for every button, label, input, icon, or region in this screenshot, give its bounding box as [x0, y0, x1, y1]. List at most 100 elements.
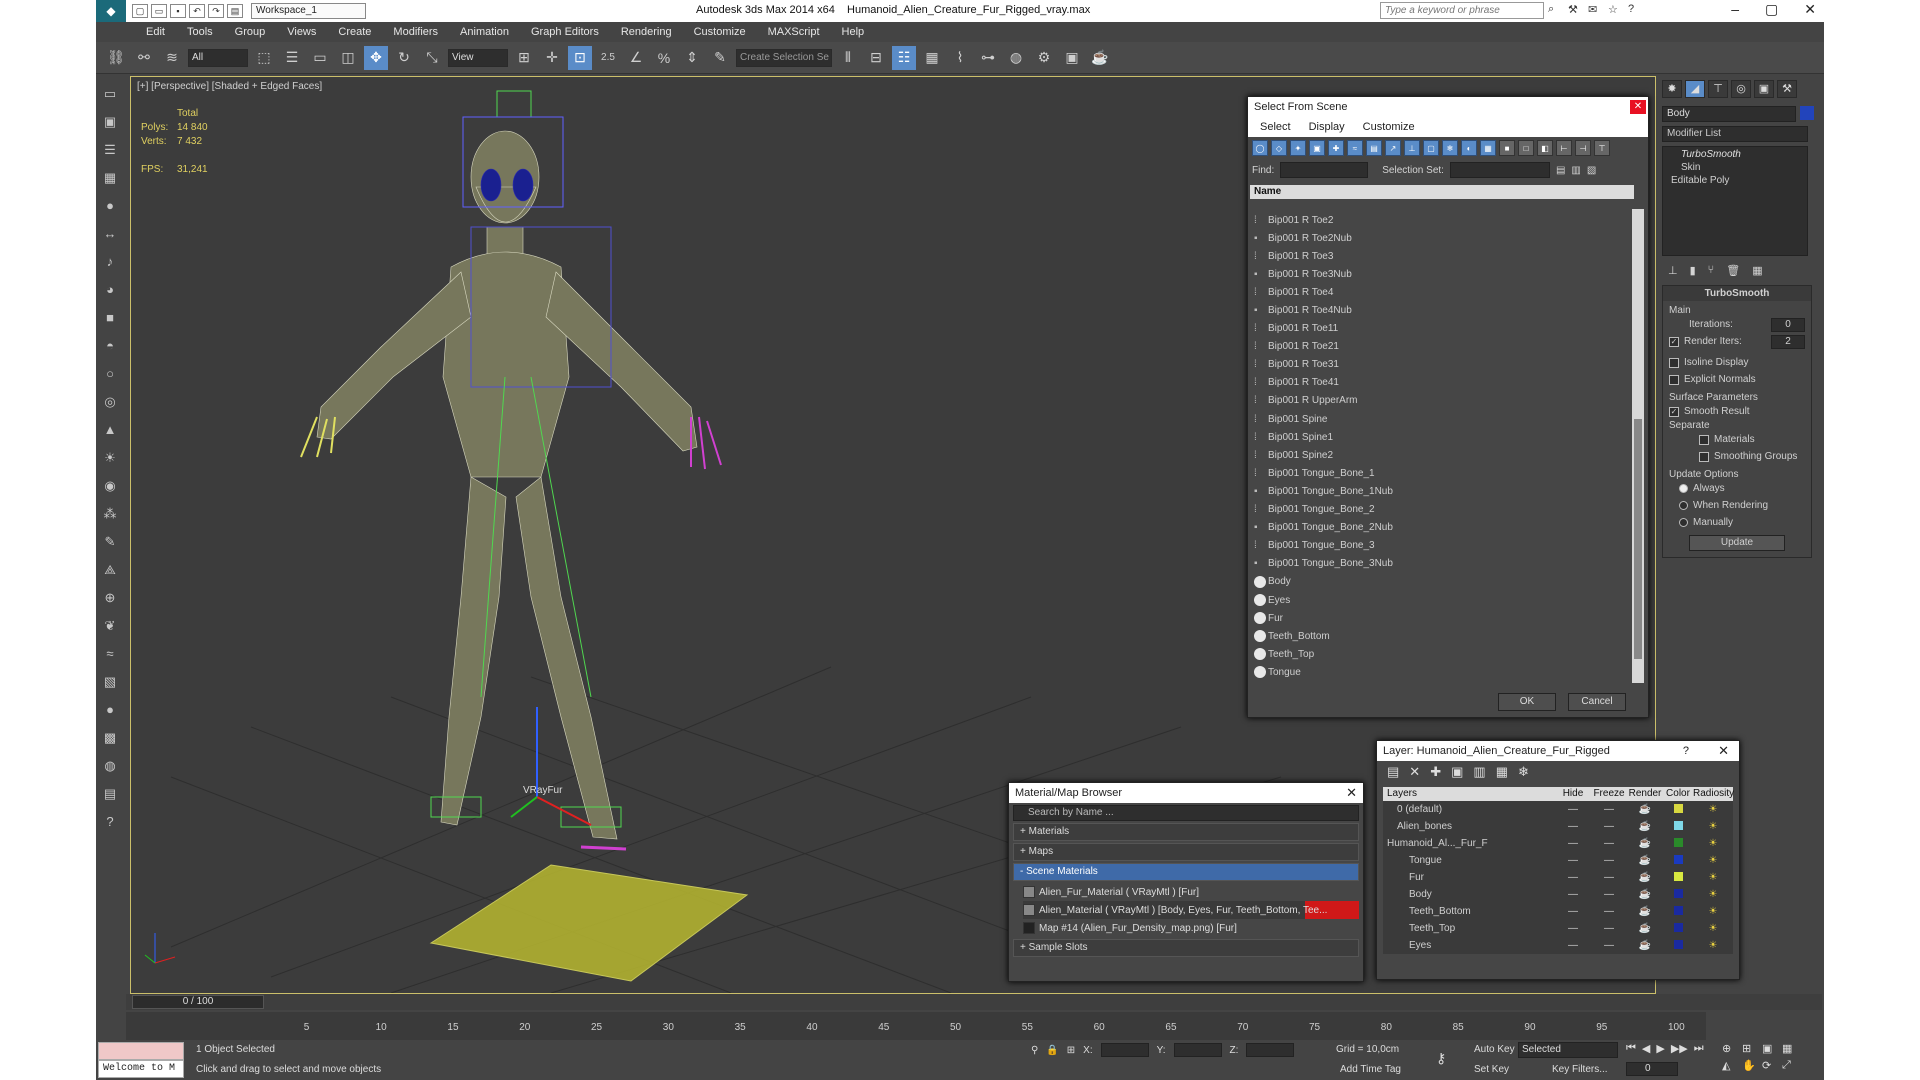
layer-color-swatch[interactable]: [1663, 888, 1693, 901]
make-unique-icon[interactable]: ⑂: [1708, 264, 1715, 277]
select-move-icon[interactable]: ✥: [364, 45, 388, 70]
show-end-result-icon[interactable]: ▮: [1690, 264, 1696, 277]
layer-color-swatch[interactable]: [1663, 939, 1693, 952]
pattern-icon[interactable]: ▩: [99, 726, 121, 749]
hide-all-icon[interactable]: ▦: [1496, 764, 1508, 780]
sphere-icon[interactable]: ○: [99, 362, 121, 385]
layer-color-swatch[interactable]: [1663, 922, 1693, 935]
curve-editor-icon[interactable]: ⌇: [948, 46, 972, 70]
scene-object-item[interactable]: ⁞ Bip001 R Toe3: [1250, 247, 1634, 265]
scene-object-item[interactable]: ⁞ Bip001 Spine2: [1250, 446, 1634, 464]
layer-radiosity-toggle[interactable]: ☀: [1693, 889, 1733, 900]
layer-name[interactable]: Body: [1383, 889, 1555, 900]
rect-selection-icon[interactable]: ▭: [308, 46, 332, 70]
list-icon[interactable]: ☰: [99, 138, 121, 161]
dialog-menu-display[interactable]: Display: [1309, 121, 1345, 133]
shapes-filter-icon[interactable]: ◇: [1271, 140, 1287, 156]
smoothing-groups-checkbox[interactable]: [1699, 451, 1709, 462]
col-layers[interactable]: Layers: [1383, 787, 1555, 801]
groups-filter-icon[interactable]: ▤: [1366, 140, 1382, 156]
stack-item-editable-poly[interactable]: Editable Poly: [1665, 175, 1805, 188]
layer-radiosity-toggle[interactable]: ☀: [1693, 872, 1733, 883]
scene-object-item[interactable]: ▪ Bip001 Tongue_Bone_1Nub: [1250, 482, 1634, 500]
layer-color-swatch[interactable]: [1663, 871, 1693, 884]
scene-object-item[interactable]: ▪ Bip001 R Toe4Nub: [1250, 301, 1634, 319]
material-item[interactable]: Alien_Material ( VRayMtl ) [Body, Eyes, …: [1023, 901, 1359, 919]
sound-icon[interactable]: ♪: [99, 250, 121, 273]
layer-row[interactable]: Alien_bones — — ☕ ☀: [1383, 818, 1733, 835]
close-icon[interactable]: ✕: [1804, 1, 1816, 18]
search-input[interactable]: Type a keyword or phrase: [1380, 2, 1544, 19]
isolate-icon[interactable]: ⚲: [1031, 1045, 1038, 1056]
layer-color-swatch[interactable]: [1663, 837, 1693, 850]
maxscript-listener-output[interactable]: Welcome to M: [98, 1060, 184, 1078]
scene-object-item[interactable]: Teeth_Top: [1250, 645, 1634, 663]
scene-object-item[interactable]: ⁞ Bip001 Tongue_Bone_3: [1250, 537, 1634, 555]
containers-filter-icon[interactable]: ▢: [1423, 140, 1439, 156]
layer-hide-toggle[interactable]: —: [1555, 906, 1591, 917]
object-color-swatch[interactable]: [1800, 106, 1814, 120]
orbit-icon[interactable]: ⟳: [1762, 1059, 1782, 1072]
x-field[interactable]: [1100, 1043, 1149, 1057]
layer-render-toggle[interactable]: ☕: [1627, 838, 1663, 849]
workspace-dropdown[interactable]: Workspace_1: [251, 3, 366, 19]
zoom-all-icon[interactable]: ⊞: [1742, 1042, 1762, 1055]
selection-set-dropdown[interactable]: [1449, 162, 1550, 178]
graphite-ribbon-icon[interactable]: ▦: [920, 46, 944, 70]
layer-hide-toggle[interactable]: —: [1555, 855, 1591, 866]
col-radiosity[interactable]: Radiosity: [1693, 787, 1734, 801]
manually-radio[interactable]: [1679, 518, 1688, 527]
menu-maxscript[interactable]: MAXScript: [768, 26, 820, 38]
spacewarps-filter-icon[interactable]: ≈: [1347, 140, 1363, 156]
layer-name[interactable]: Tongue: [1383, 855, 1555, 866]
go-to-end-icon[interactable]: ⏭: [1694, 1042, 1704, 1055]
select-manipulate-icon[interactable]: ✛: [540, 46, 564, 70]
close-icon[interactable]: ✕: [1718, 741, 1729, 761]
ok-button[interactable]: OK: [1498, 693, 1556, 711]
ball-icon[interactable]: ●: [99, 698, 121, 721]
key-icon[interactable]: ⚷: [1436, 1050, 1446, 1067]
subscription-icon[interactable]: ⚒: [1568, 3, 1582, 17]
key-set-dropdown[interactable]: Selected: [1518, 1042, 1618, 1058]
help-icon[interactable]: ?: [1628, 3, 1642, 17]
set-key-button[interactable]: Set Key: [1474, 1064, 1509, 1075]
next-frame-icon[interactable]: ▶▶: [1671, 1042, 1688, 1055]
layer-name[interactable]: Alien_bones: [1383, 821, 1555, 832]
schematic-view-icon[interactable]: ⊶: [976, 46, 1000, 70]
layer-render-toggle[interactable]: ☕: [1627, 889, 1663, 900]
scene-object-item[interactable]: ⁞ Bip001 Tongue_Bone_2: [1250, 501, 1634, 519]
geometry-filter-icon[interactable]: ◯: [1252, 140, 1268, 156]
all-filter-icon[interactable]: ▦: [1480, 140, 1496, 156]
menu-rendering[interactable]: Rendering: [621, 26, 672, 38]
dialog-menu-select[interactable]: Select: [1260, 121, 1291, 133]
list-scrollbar[interactable]: [1632, 209, 1644, 683]
menu-animation[interactable]: Animation: [460, 26, 509, 38]
layer-render-toggle[interactable]: ☕: [1627, 923, 1663, 934]
isoline-checkbox[interactable]: [1669, 357, 1679, 368]
scene-materials-group[interactable]: - Scene Materials: [1013, 863, 1359, 881]
menu-group[interactable]: Group: [235, 26, 266, 38]
add-to-layer-icon[interactable]: ✚: [1430, 764, 1441, 780]
col-hide[interactable]: Hide: [1555, 787, 1591, 801]
bones-filter-icon[interactable]: ⊥: [1404, 140, 1420, 156]
layer-hide-toggle[interactable]: —: [1555, 923, 1591, 934]
select-objects-icon[interactable]: ▣: [1451, 764, 1463, 780]
scene-object-item[interactable]: ⁞ Bip001 R Toe4: [1250, 283, 1634, 301]
utilities-tab-icon[interactable]: ⚒: [1777, 80, 1797, 98]
align-icon[interactable]: ⊟: [864, 46, 888, 70]
xrefs-filter-icon[interactable]: ↗: [1385, 140, 1401, 156]
layer-freeze-toggle[interactable]: —: [1591, 838, 1627, 849]
menu-customize[interactable]: Customize: [694, 26, 746, 38]
stack-item-skin[interactable]: Skin: [1665, 162, 1805, 175]
auto-key-button[interactable]: Auto Key: [1474, 1044, 1515, 1055]
zoom-icon[interactable]: ⊕: [1722, 1042, 1742, 1055]
key-filters-button[interactable]: Key Filters...: [1552, 1064, 1608, 1075]
redo-icon[interactable]: ↷: [208, 4, 224, 18]
layer-freeze-toggle[interactable]: —: [1591, 923, 1627, 934]
menu-views[interactable]: Views: [287, 26, 316, 38]
layer-freeze-toggle[interactable]: —: [1591, 872, 1627, 883]
scene-object-item[interactable]: ⁞ Bip001 R Toe41: [1250, 374, 1634, 392]
layer-row[interactable]: Teeth_Top — — ☕ ☀: [1383, 920, 1733, 937]
layer-freeze-toggle[interactable]: —: [1591, 940, 1627, 951]
calculator-icon[interactable]: ▦: [99, 166, 121, 189]
